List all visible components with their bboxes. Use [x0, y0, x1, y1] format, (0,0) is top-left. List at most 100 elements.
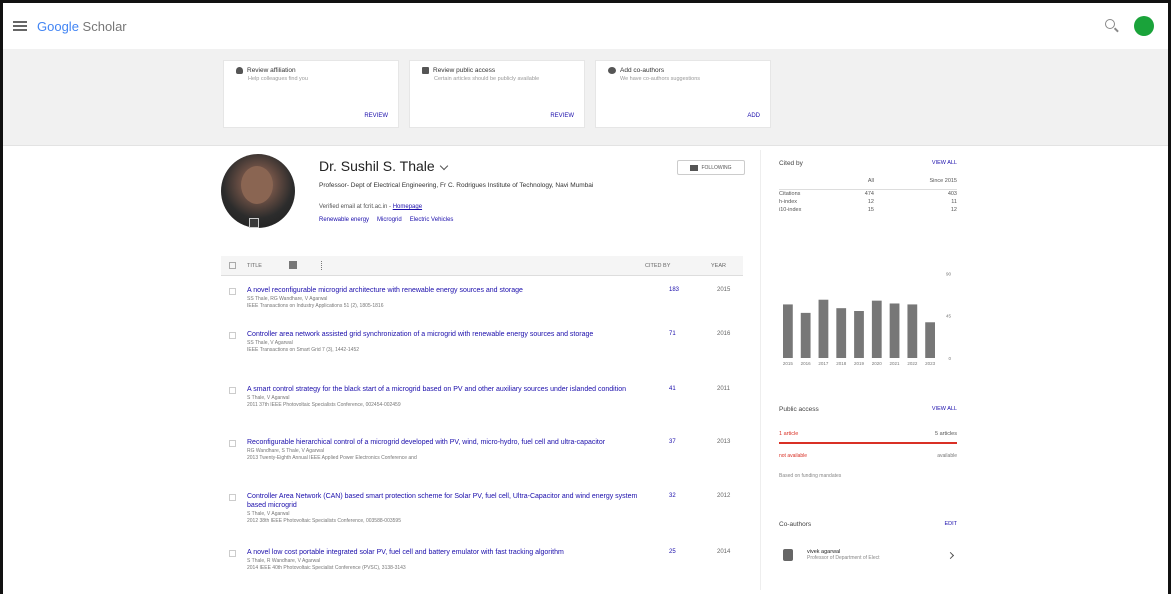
- profile-name: Dr. Sushil S. Thale: [319, 158, 435, 174]
- edit-pencil-icon[interactable]: [439, 161, 448, 171]
- add-article-icon[interactable]: [289, 261, 297, 269]
- row-checkbox[interactable]: [229, 550, 236, 557]
- verified-email-text: Verified email at fcrit.ac.in -: [319, 204, 393, 210]
- stat-all: 474: [864, 191, 874, 197]
- stat-label[interactable]: h-index: [779, 198, 846, 206]
- article-title[interactable]: Controller Area Network (CAN) based smar…: [247, 493, 637, 509]
- article-title[interactable]: Reconfigurable hierarchical control of a…: [247, 439, 605, 446]
- stat-label[interactable]: Citations: [779, 190, 846, 199]
- row-checkbox[interactable]: [229, 288, 236, 295]
- card-title: Review affiliation: [247, 67, 296, 74]
- article-title[interactable]: Controller area network assisted grid sy…: [247, 331, 593, 338]
- follow-icon: [690, 164, 699, 171]
- citation-stats-table: All Since 2015 Citations 474 403 h-index…: [779, 177, 957, 214]
- photo-edit-icon[interactable]: [249, 218, 259, 228]
- article-year: 2016: [717, 331, 731, 337]
- cited-by-count[interactable]: 183: [669, 287, 679, 293]
- cited-by-count[interactable]: 71: [669, 331, 676, 337]
- person-icon: [236, 67, 243, 74]
- column-divider: [760, 150, 761, 590]
- chart-bar-2017[interactable]: [818, 299, 829, 358]
- review-affiliation-button[interactable]: REVIEW: [364, 113, 388, 119]
- chart-bar-2022[interactable]: [907, 304, 918, 358]
- article-year: 2014: [717, 549, 731, 555]
- following-button[interactable]: FOLLOWING: [677, 160, 745, 175]
- chart-bar-2016[interactable]: [800, 312, 811, 358]
- article-venue: IEEE Transactions on Smart Grid 7 (3), 1…: [247, 347, 359, 353]
- article-venue: 2011 37th IEEE Photovoltaic Specialists …: [247, 402, 401, 408]
- article-title[interactable]: A smart control strategy for the black s…: [247, 386, 626, 393]
- suggestions-banner: Review affiliation Help colleagues find …: [3, 49, 1168, 146]
- row-checkbox[interactable]: [229, 387, 236, 394]
- google-scholar-logo[interactable]: Google Scholar: [37, 19, 127, 34]
- chart-bar-2015[interactable]: [783, 304, 793, 358]
- article-venue: 2014 IEEE 40th Photovoltaic Specialist C…: [247, 565, 406, 571]
- interest-link[interactable]: Renewable energy: [319, 217, 369, 223]
- article-title[interactable]: A novel low cost portable integrated sol…: [247, 549, 564, 556]
- article-authors: S Thale, V Agarwal: [247, 395, 290, 401]
- chart-bar-2018[interactable]: [836, 308, 847, 358]
- chart-x-label: 2021: [890, 361, 901, 366]
- stat-label[interactable]: i10-index: [779, 206, 846, 214]
- account-avatar[interactable]: [1134, 16, 1154, 36]
- search-icon[interactable]: [1105, 19, 1115, 29]
- review-public-access-button[interactable]: REVIEW: [550, 113, 574, 119]
- article-year: 2015: [717, 287, 731, 293]
- available-count[interactable]: 5 articles: [935, 431, 957, 437]
- coauthors-edit[interactable]: EDIT: [944, 521, 957, 528]
- profile-photo: [221, 154, 295, 228]
- public-access-counts: 1 article 5 articles: [779, 431, 957, 437]
- chart-bar-2020[interactable]: [871, 300, 882, 358]
- card-title: Add co-authors: [620, 67, 665, 74]
- stat-all: 12: [867, 199, 874, 205]
- logo-google: Google: [37, 18, 79, 34]
- chart-y-tick: 0: [948, 356, 951, 361]
- cited-by-count[interactable]: 41: [669, 386, 676, 392]
- cited-by-count[interactable]: 32: [669, 493, 676, 499]
- not-available-count[interactable]: 1 article: [779, 431, 798, 437]
- chart-x-label: 2017: [818, 361, 829, 366]
- article-year: 2013: [717, 439, 731, 445]
- profile-name-row: Dr. Sushil S. Thale: [319, 158, 448, 174]
- article-title[interactable]: A novel reconfigurable microgrid archite…: [247, 287, 523, 294]
- chart-x-label: 2020: [872, 361, 883, 366]
- stats-row: h-index 12 11: [779, 198, 957, 206]
- chart-y-tick: 45: [946, 314, 952, 319]
- chart-bar-2019[interactable]: [854, 311, 864, 358]
- row-checkbox[interactable]: [229, 440, 236, 447]
- card-subtitle: Help colleagues find you: [248, 76, 308, 82]
- available-label: available: [937, 453, 957, 459]
- coauthors-title: Co-authors: [779, 521, 812, 528]
- row-checkbox[interactable]: [229, 332, 236, 339]
- interest-link[interactable]: Microgrid: [377, 217, 402, 223]
- chart-y-tick: 90: [946, 271, 952, 276]
- chart-x-label: 2023: [925, 361, 936, 366]
- sort-by-cited[interactable]: CITED BY: [645, 263, 670, 269]
- chart-bar-2023[interactable]: [925, 322, 935, 358]
- chart-bar-2021[interactable]: [889, 303, 900, 358]
- public-access-note: Based on funding mandates: [779, 473, 842, 479]
- add-coauthors-button[interactable]: ADD: [747, 113, 760, 119]
- interest-link[interactable]: Electric Vehicles: [410, 217, 454, 223]
- sort-by-title[interactable]: TITLE: [247, 263, 262, 269]
- profile-main: Dr. Sushil S. Thale Professor- Dept of E…: [3, 146, 1168, 594]
- cited-by-view-all[interactable]: VIEW ALL: [932, 160, 957, 167]
- public-access-view-all[interactable]: VIEW ALL: [932, 406, 957, 413]
- top-bar: Google Scholar: [3, 3, 1168, 49]
- chart-x-label: 2015: [783, 361, 794, 366]
- chevron-right-icon[interactable]: [946, 551, 955, 559]
- homepage-link[interactable]: Homepage: [393, 204, 422, 210]
- cited-by-count[interactable]: 25: [669, 549, 676, 555]
- logo-scholar: Scholar: [82, 18, 127, 34]
- citations-chart: 2015 2016 2017 2018 2019 2020 2021 2022 2023 90 45…: [779, 256, 957, 371]
- sort-by-year[interactable]: YEAR: [711, 263, 726, 269]
- coauthor-avatar: [783, 549, 793, 561]
- cited-by-count[interactable]: 37: [669, 439, 676, 445]
- more-vert-icon[interactable]: [321, 261, 323, 270]
- menu-icon[interactable]: [13, 21, 27, 31]
- stat-since: 12: [950, 207, 957, 213]
- chart-x-label: 2019: [854, 361, 865, 366]
- row-checkbox[interactable]: [229, 494, 236, 501]
- coauthor-item[interactable]: vivek agarwal Professor of Department of…: [779, 549, 957, 561]
- select-all-checkbox[interactable]: [229, 262, 236, 269]
